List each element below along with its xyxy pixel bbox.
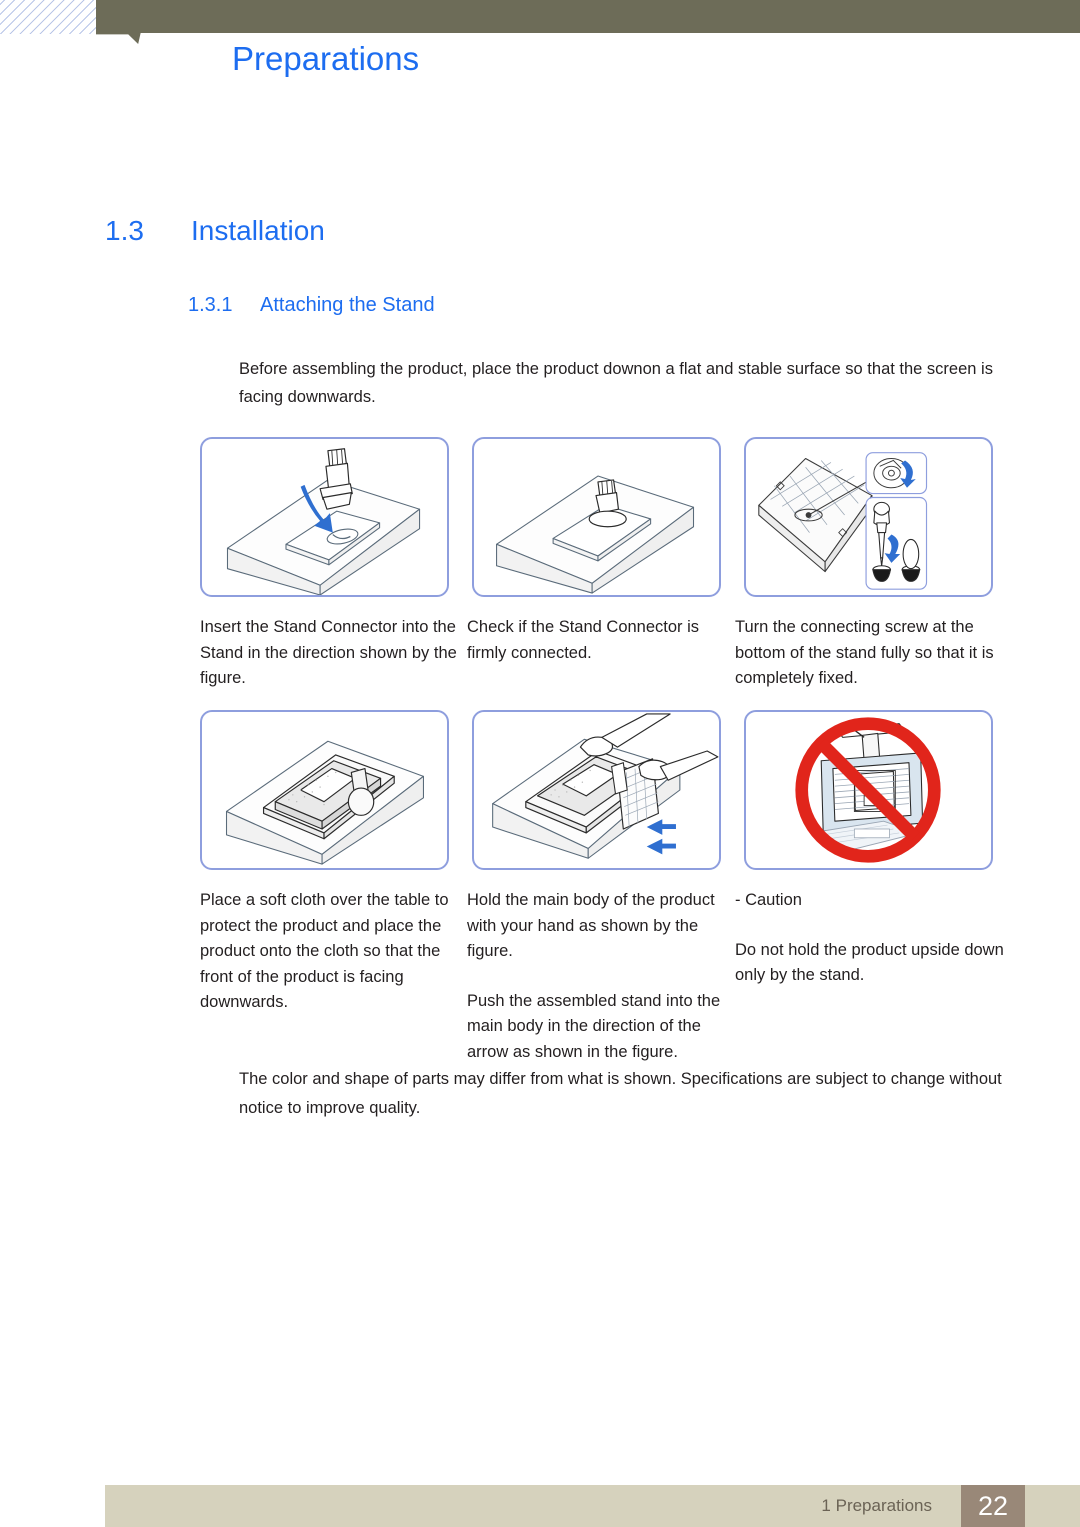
subsection-title: Attaching the Stand <box>260 294 435 316</box>
caption-check-stand-connector: Check if the Stand Connector is firmly c… <box>467 615 729 666</box>
section-number: 1.3 <box>105 215 144 246</box>
caption-paragraph: Insert the Stand Connector into the Stan… <box>200 618 457 687</box>
footer-chapter-label: 1 Preparations <box>821 1496 932 1515</box>
page-header: Preparations <box>0 0 1080 120</box>
figure-check-stand-connector <box>472 437 721 597</box>
caption-paragraph: Hold the main body of the product with y… <box>467 891 715 960</box>
caution-label: - Caution <box>735 891 802 909</box>
hatch-decoration <box>0 0 100 34</box>
chapter-title: Preparations <box>232 40 420 77</box>
caption-paragraph: Place a soft cloth over the table to pro… <box>200 891 449 1011</box>
page-footer: 1 Preparations 22 <box>105 1485 1080 1527</box>
caption-turn-connecting-screw: Turn the connecting screw at the bottom … <box>735 615 1007 692</box>
caption-paragraph: Push the assembled stand into the main b… <box>467 991 721 1061</box>
caption-place-soft-cloth: Place a soft cloth over the table to pro… <box>200 888 458 1016</box>
figure-turn-connecting-screw <box>744 437 993 597</box>
caption-push-stand-into-body: Hold the main body of the product with y… <box>467 888 729 1065</box>
page-number: 22 <box>977 1490 1009 1521</box>
header-bar <box>96 0 1080 33</box>
caption-paragraph: Check if the Stand Connector is firmly c… <box>467 618 700 662</box>
figure-caution-upside-down <box>744 710 993 870</box>
disclaimer-note: The color and shape of parts may differ … <box>239 1070 1002 1117</box>
caption-caution: - Caution Do not hold the product upside… <box>735 888 1007 989</box>
section-heading: 1.3 Installation <box>105 215 325 247</box>
caption-insert-stand-connector: Insert the Stand Connector into the Stan… <box>200 615 458 692</box>
caption-paragraph: Do not hold the product upside down only… <box>735 940 1004 985</box>
figure-place-soft-cloth <box>200 710 449 870</box>
subsection-number: 1.3.1 <box>188 294 233 316</box>
section-title: Installation <box>191 215 325 246</box>
intro-paragraph: Before assembling the product, place the… <box>239 360 993 406</box>
subsection-heading: 1.3.1 Attaching the Stand <box>188 294 435 317</box>
figure-push-stand-into-body <box>472 710 721 870</box>
caption-paragraph: Turn the connecting screw at the bottom … <box>735 618 994 687</box>
header-notch-shape <box>96 0 158 44</box>
page-number-box: 22 <box>961 1485 1025 1527</box>
figure-insert-stand-connector <box>200 437 449 597</box>
